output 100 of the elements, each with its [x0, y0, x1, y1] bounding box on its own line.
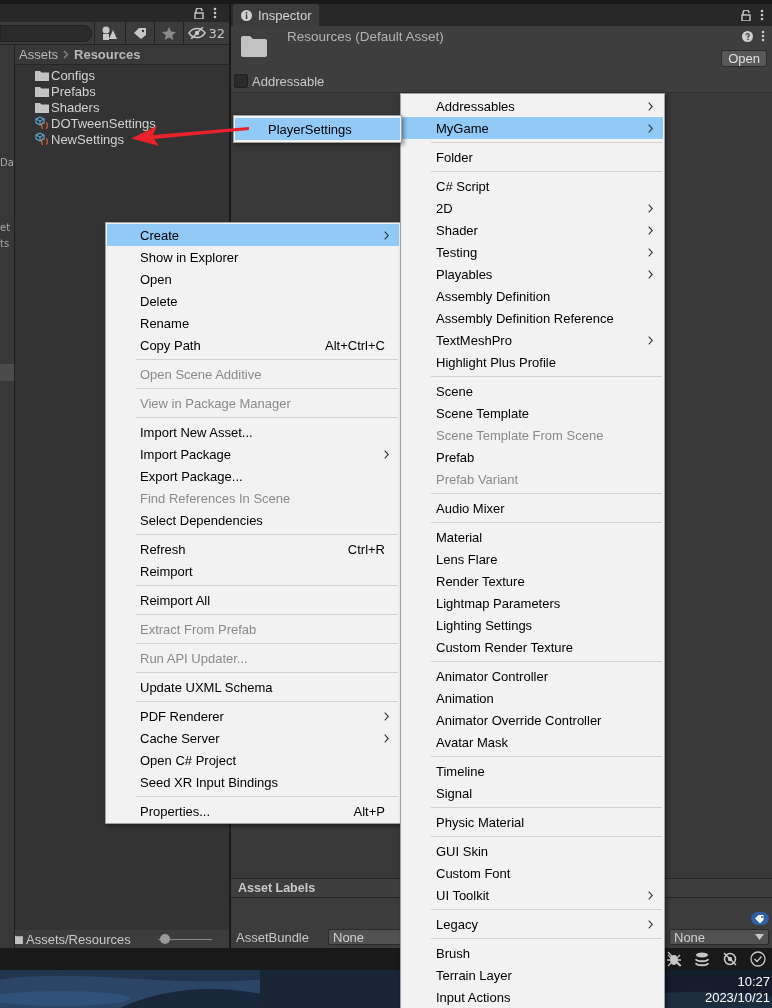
menu-item[interactable]: Export Package... [107, 465, 399, 487]
menu-item[interactable]: Addressables [402, 95, 663, 117]
menu-item[interactable]: Reimport [107, 560, 399, 582]
menu-item[interactable]: Import New Asset... [107, 421, 399, 443]
lock-icon[interactable] [194, 7, 204, 19]
folder-icon [35, 85, 49, 97]
menu-item[interactable]: Terrain Layer [402, 964, 663, 986]
asset-name[interactable]: NewSettings [51, 131, 124, 147]
menu-item[interactable]: Physic Material [402, 811, 663, 833]
folder-icon [241, 35, 267, 57]
menu-item[interactable]: Update UXML Schema [107, 676, 399, 698]
menu-item[interactable]: Shader [402, 219, 663, 241]
menu-item[interactable]: Custom Render Texture [402, 636, 663, 658]
menu-item[interactable]: Properties... Alt+P [107, 800, 399, 822]
clock-time[interactable]: 10:27 [737, 974, 770, 990]
menu-item[interactable]: Scene [402, 380, 663, 402]
menu-item[interactable]: TextMeshPro [402, 329, 663, 351]
menu-item[interactable]: Animator Controller [402, 665, 663, 687]
menu-item[interactable]: Assembly Definition Reference [402, 307, 663, 329]
breadcrumb-link[interactable]: Resources [74, 47, 141, 62]
dropdown-arrow-icon [755, 934, 764, 940]
help-icon[interactable] [742, 30, 753, 42]
menu-item[interactable]: C# Script [402, 175, 663, 197]
menu-item[interactable]: Cache Server [107, 727, 399, 749]
menu-item[interactable]: Create [107, 224, 399, 246]
info-icon [241, 9, 252, 21]
menu-item[interactable]: Lighting Settings [402, 614, 663, 636]
menu-item[interactable]: Animation [402, 687, 663, 709]
menu-item[interactable]: Prefab [402, 446, 663, 468]
menu-item[interactable]: Highlight Plus Profile [402, 351, 663, 373]
folder-icon [35, 101, 49, 113]
tree-item-label: et [0, 222, 11, 233]
menu-item[interactable]: Reimport All [107, 589, 399, 611]
menu-item[interactable]: Brush [402, 942, 663, 964]
row-highlight [0, 364, 14, 381]
tag-icon [133, 27, 148, 39]
menu-item[interactable]: Seed XR Input Bindings [107, 771, 399, 793]
menu-item[interactable]: Testing [402, 241, 663, 263]
slider-thumb[interactable] [159, 934, 170, 944]
script-asset-icon [35, 132, 49, 146]
menu-item[interactable]: Render Texture [402, 570, 663, 592]
menu-item[interactable]: Input Actions [402, 986, 663, 1008]
breadcrumb-link[interactable]: Assets [19, 47, 58, 62]
bug-icon[interactable] [666, 951, 682, 967]
variant-dropdown[interactable]: None [669, 929, 769, 945]
eye-crossed-icon[interactable] [722, 951, 738, 967]
menu-item[interactable]: Delete [107, 290, 399, 312]
chevron-right-icon [63, 50, 69, 59]
more-icon[interactable] [760, 9, 764, 21]
hidden-packages-button[interactable]: 32 [183, 22, 229, 44]
menu-item[interactable]: Animator Override Controller [402, 709, 663, 731]
search-field[interactable] [0, 24, 93, 42]
check-circle-icon[interactable] [750, 951, 766, 967]
menu-item[interactable]: UI Toolkit [402, 884, 663, 906]
asset-name[interactable]: DOTweenSettings [51, 115, 156, 131]
menu-item[interactable]: 2D [402, 197, 663, 219]
menu-item[interactable]: Playables [402, 263, 663, 285]
stack-icon[interactable] [694, 951, 710, 967]
menu-item[interactable]: Lightmap Parameters [402, 592, 663, 614]
script-asset-icon [35, 116, 49, 130]
menu-item[interactable]: Custom Font [402, 862, 663, 884]
menu-item[interactable]: Signal [402, 782, 663, 804]
folder-icon [35, 69, 49, 81]
menu-item[interactable]: Open [107, 268, 399, 290]
menu-item[interactable]: Import Package [107, 443, 399, 465]
asset-name[interactable]: Prefabs [51, 83, 96, 99]
menu-item[interactable]: Folder [402, 146, 663, 168]
menu-item[interactable]: GUI Skin [402, 840, 663, 862]
menu-item[interactable]: Avatar Mask [402, 731, 663, 753]
menu-item[interactable]: Open C# Project [107, 749, 399, 771]
more-icon[interactable] [213, 7, 217, 19]
checkbox-label: Addressable [252, 73, 325, 89]
menu-item[interactable]: Timeline [402, 760, 663, 782]
menu-item[interactable]: Refresh Ctrl+R [107, 538, 399, 560]
menu-item[interactable]: Material [402, 526, 663, 548]
menu-item[interactable]: Rename [107, 312, 399, 334]
menu-item[interactable]: Select Dependencies [107, 509, 399, 531]
menu-item[interactable]: Show in Explorer [107, 246, 399, 268]
more-icon[interactable] [761, 30, 765, 42]
tree-item-label: Da [0, 157, 14, 168]
eye-crossed-icon [188, 27, 207, 39]
folder-path: Assets/Resources [26, 931, 131, 947]
section-title: Asset Labels [238, 881, 316, 895]
tree-item-label: ts [0, 238, 10, 249]
asset-title: Resources (Default Asset) [287, 29, 444, 44]
asset-name[interactable]: Shaders [51, 99, 100, 115]
tag-icon[interactable] [751, 912, 769, 925]
menu-item[interactable]: Copy Path Alt+Ctrl+C [107, 334, 399, 356]
lock-icon[interactable] [741, 9, 751, 21]
menu-item[interactable]: PlayerSettings [235, 118, 400, 140]
menu-item[interactable]: Assembly Definition [402, 285, 663, 307]
menu-item[interactable]: PDF Renderer [107, 705, 399, 727]
menu-item[interactable]: Lens Flare [402, 548, 663, 570]
addressable-checkbox[interactable] [234, 74, 248, 88]
asset-name[interactable]: Configs [51, 67, 96, 83]
menu-item[interactable]: Audio Mixer [402, 497, 663, 519]
menu-item[interactable]: Scene Template [402, 402, 663, 424]
open-button[interactable]: Open [721, 50, 767, 67]
inspector-tab[interactable]: Inspector [233, 4, 319, 26]
menu-item[interactable]: MyGame [402, 117, 663, 139]
